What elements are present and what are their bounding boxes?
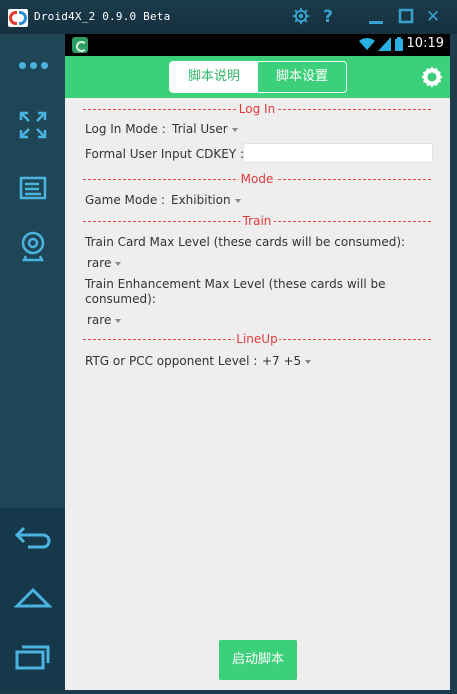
droid4x-logo-icon [8,9,28,27]
minimize-button[interactable] [366,7,386,27]
camera-icon[interactable] [14,230,52,264]
window-title-bar: Droid4X_2 0.9.0 Beta ? ✕ [0,0,457,34]
more-icon[interactable] [14,48,52,82]
cdkey-label: Formal User Input CDKEY : [85,147,245,161]
train-card-value: rare [87,256,112,270]
window-title: Droid4X_2 0.9.0 Beta [34,10,171,23]
rtg-pcc-label: RTG or PCC opponent Level : [85,354,258,368]
tab-group: 脚本说明 脚本设置 [169,61,347,93]
rtg-pcc-value: +7 +5 [262,354,302,368]
settings-gear-icon[interactable] [291,7,311,27]
battery-icon [395,37,403,51]
login-mode-dropdown[interactable]: Trial User [172,122,238,137]
section-divider-login: Log In [83,102,431,116]
back-icon[interactable] [14,522,52,556]
game-mode-dropdown[interactable]: Exhibition [171,193,241,208]
section-title-mode: Mode [238,172,276,186]
android-screen: 10:19 脚本说明 脚本设置 Log In Log In Mode : Tri… [65,34,450,690]
app-toolbar: 脚本说明 脚本设置 [65,56,450,98]
maximize-button[interactable] [396,7,416,27]
recents-icon[interactable] [14,642,52,676]
train-card-dropdown[interactable]: rare [87,256,122,271]
dropdown-caret-icon [305,359,312,364]
keyboard-icon[interactable] [14,170,52,204]
dropdown-caret-icon [231,127,238,132]
help-button[interactable]: ? [318,7,338,27]
emulator-sidebar [0,34,65,692]
dropdown-caret-icon [234,198,241,203]
status-clock: 10:19 [406,36,444,51]
section-title-train: Train [240,214,274,228]
android-nav-panel [0,508,65,692]
train-enhancement-dropdown[interactable]: rare [87,313,122,328]
status-bar: 10:19 [65,34,450,56]
app-notification-icon [72,37,88,53]
section-divider-lineup: LineUp [83,332,431,346]
login-mode-value: Trial User [172,122,228,136]
signal-icon [378,37,391,51]
train-enhancement-label-line1: Train Enhancement Max Level (these cards… [85,277,386,291]
rtg-pcc-dropdown[interactable]: +7 +5 [262,354,312,369]
train-card-label: Train Card Max Level (these cards will b… [85,235,406,249]
section-title-lineup: LineUp [234,332,280,346]
dropdown-caret-icon [115,261,122,266]
section-divider-mode: Mode [83,172,431,186]
train-enhancement-label-line2: consumed): [85,292,156,306]
fullscreen-icon[interactable] [14,108,52,142]
section-title-login: Log In [236,102,278,116]
wifi-icon [359,37,375,50]
dropdown-caret-icon [115,318,122,323]
game-mode-label: Game Mode : [85,193,166,207]
section-divider-train: Train [83,214,431,228]
home-icon[interactable] [13,582,53,616]
cdkey-input[interactable] [243,143,433,163]
close-button[interactable]: ✕ [423,7,443,27]
tab-script-settings[interactable]: 脚本设置 [258,62,346,92]
login-mode-label: Log In Mode : [85,122,166,136]
settings-icon[interactable] [420,65,444,89]
tab-script-description[interactable]: 脚本说明 [170,62,258,92]
start-script-button[interactable]: 启动脚本 [219,640,297,680]
train-enhancement-value: rare [87,313,112,327]
game-mode-value: Exhibition [171,193,231,207]
